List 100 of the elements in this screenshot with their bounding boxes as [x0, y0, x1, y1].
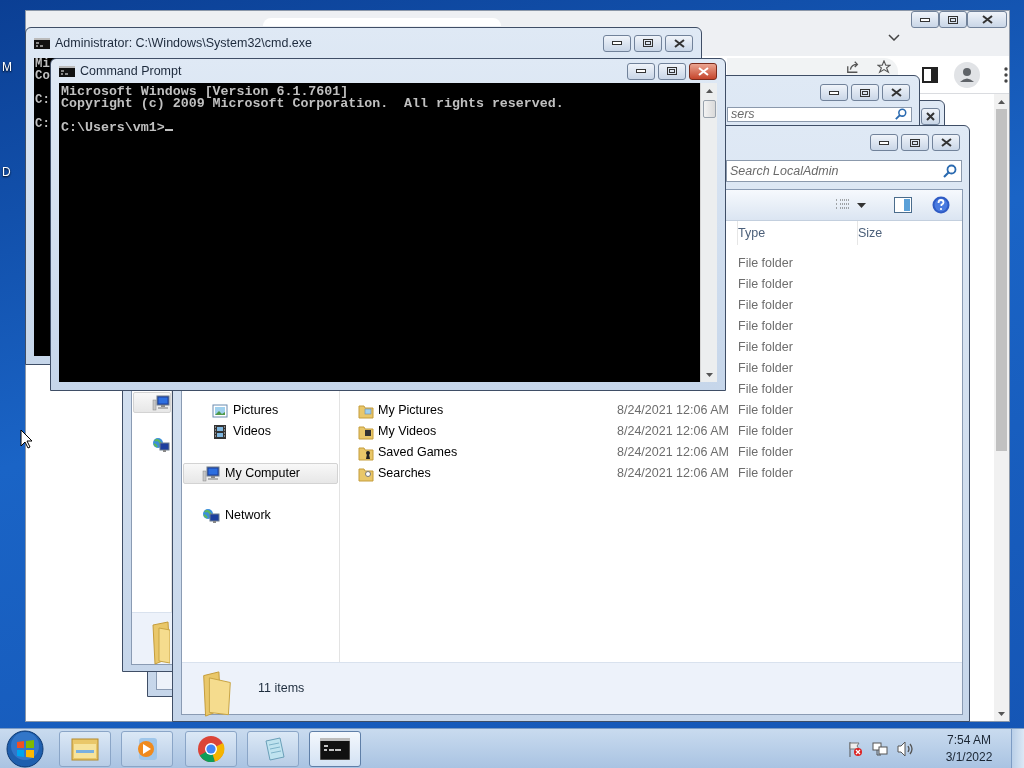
maximize-icon — [667, 67, 677, 75]
minimize-button[interactable] — [911, 11, 939, 28]
column-header[interactable]: Size — [858, 223, 883, 243]
close-icon — [890, 88, 902, 97]
clock[interactable]: 7:54 AM 3/1/2022 — [938, 731, 1000, 766]
maximize-button[interactable] — [634, 34, 662, 52]
folder-with-chess-piece-icon — [358, 444, 374, 461]
network-icon[interactable] — [872, 740, 888, 757]
maximize-button[interactable] — [901, 134, 929, 151]
file-type: File folder — [738, 277, 793, 292]
maximize-icon — [910, 138, 920, 147]
network-icon — [202, 507, 220, 524]
date-modified: 8/24/2021 12:06 AM — [617, 424, 729, 439]
close-button[interactable] — [921, 108, 940, 125]
up-arrow-icon — [705, 88, 713, 93]
file-type: File folder — [738, 361, 793, 376]
folder-with-film-icon — [358, 423, 374, 440]
side-panel-icon[interactable] — [922, 66, 938, 83]
minimize-button[interactable] — [603, 34, 631, 52]
file-name[interactable]: Searches — [378, 466, 431, 481]
film-strip-icon — [212, 423, 228, 440]
column-header[interactable]: Type — [738, 223, 766, 243]
scroll-thumb[interactable] — [702, 100, 716, 118]
close-button[interactable] — [882, 84, 910, 101]
minimize-icon — [612, 41, 622, 45]
file-type: File folder — [738, 319, 793, 334]
maximize-button[interactable] — [658, 62, 686, 80]
nav-item[interactable]: Network — [183, 505, 338, 526]
minimize-button[interactable] — [820, 84, 848, 101]
scroll-thumb[interactable] — [996, 109, 1007, 451]
up-arrow-icon — [998, 99, 1005, 104]
window-title: Administrator: C:\Windows\System32\cmd.exe — [55, 34, 313, 52]
search-field[interactable]: Search LocalAdmin — [726, 160, 962, 182]
action-center-flag-icon[interactable] — [847, 740, 863, 757]
nav-item[interactable] — [133, 392, 171, 413]
maximize-button[interactable] — [939, 11, 967, 28]
folder-with-magnifier-icon — [358, 465, 374, 482]
minimize-icon — [920, 17, 930, 22]
help-icon[interactable] — [932, 196, 950, 214]
date-modified: 8/24/2021 12:06 AM — [617, 445, 729, 460]
console-text: Microsoft Windows [Version 6.1.7601] Copyright (c) 2009 Microsoft Corporation. All rights reserved. C:\Users\vm1> — [60, 83, 565, 137]
star-icon[interactable] — [877, 60, 891, 74]
close-icon — [673, 38, 685, 48]
search-icon[interactable] — [895, 108, 907, 120]
maximize-button[interactable] — [851, 84, 879, 101]
volume-icon[interactable] — [897, 740, 915, 757]
caret-icon[interactable] — [857, 202, 866, 208]
share-icon[interactable] — [846, 60, 860, 74]
menu-icon[interactable] — [1004, 66, 1008, 83]
close-icon — [926, 112, 935, 121]
file-name[interactable]: Saved Games — [378, 445, 458, 460]
nav-item[interactable]: Pictures — [183, 400, 338, 421]
search-icon[interactable] — [943, 164, 957, 178]
profile-icon[interactable] — [954, 61, 980, 88]
console-icon — [34, 37, 50, 49]
minimize-icon — [636, 69, 646, 73]
window-title: Command Prompt — [80, 62, 182, 80]
pictures-icon — [212, 402, 228, 419]
desktop-icon-label[interactable]: D — [2, 163, 11, 181]
console-text: Mi Co C: C: — [34, 58, 51, 133]
taskbar-button[interactable] — [309, 730, 361, 767]
file-type: File folder — [738, 256, 793, 271]
console-icon — [59, 65, 75, 77]
down-arrow-icon — [705, 372, 713, 377]
search-field[interactable]: sers — [727, 107, 912, 122]
chrome-icon — [197, 734, 225, 763]
maximize-icon — [860, 88, 870, 97]
file-name[interactable]: My Pictures — [378, 403, 444, 418]
text-cursor — [164, 129, 173, 131]
nav-item[interactable]: Videos — [183, 421, 338, 442]
close-icon — [981, 15, 993, 24]
minimize-icon — [829, 90, 839, 95]
chevron-down-icon[interactable] — [888, 34, 900, 41]
nav-item[interactable]: My Computer — [183, 463, 338, 484]
file-type: File folder — [738, 403, 793, 418]
close-button[interactable] — [665, 34, 693, 52]
desktop-icon-label[interactable]: M — [2, 58, 12, 76]
minimize-icon — [879, 140, 889, 145]
close-button[interactable] — [689, 62, 717, 80]
preview-pane-icon[interactable] — [894, 197, 912, 213]
minimize-button[interactable] — [870, 134, 898, 151]
item-count: 11 items — [258, 680, 305, 697]
console-icon — [320, 737, 350, 760]
file-name[interactable]: My Videos — [378, 424, 437, 439]
start-button[interactable] — [6, 729, 44, 768]
file-type: File folder — [738, 340, 793, 355]
maximize-icon — [948, 15, 958, 24]
minimize-button[interactable] — [627, 62, 655, 80]
address-bar[interactable] — [727, 58, 898, 75]
down-arrow-icon — [998, 711, 1005, 716]
close-button[interactable] — [967, 11, 1007, 28]
clock-time: 7:54 AM — [946, 731, 992, 749]
file-type: File folder — [738, 445, 793, 460]
close-button[interactable] — [932, 134, 960, 151]
clock-date: 3/1/2022 — [944, 748, 994, 766]
file-type: File folder — [738, 298, 793, 313]
scrollbar[interactable] — [994, 94, 1009, 721]
date-modified: 8/24/2021 12:06 AM — [617, 466, 729, 481]
close-icon — [940, 138, 952, 147]
scrollbar[interactable] — [700, 83, 717, 382]
